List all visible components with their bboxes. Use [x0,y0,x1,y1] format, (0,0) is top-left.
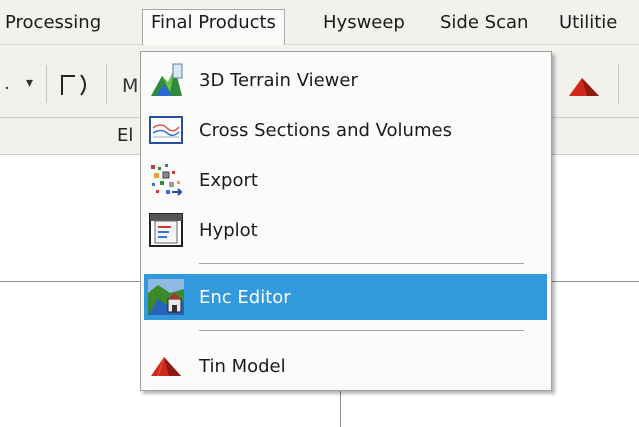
menu-item-hyplot[interactable]: Hyplot [144,207,547,253]
export-icon [147,161,185,199]
corner-tool-icon[interactable] [58,71,92,99]
enc-editor-icon [147,278,185,316]
cross-sections-icon [147,111,185,149]
menu-side-scan[interactable]: Side Scan [435,10,533,38]
tin-model-toolbar-icon[interactable] [567,76,601,98]
menu-item-label: Cross Sections and Volumes [199,119,452,141]
menu-item-label: Enc Editor [199,286,291,308]
toolbar-button-partial[interactable]: M [122,75,138,97]
menu-bar: Processing Final Products Hysweep Side S… [0,0,639,45]
hyplot-icon [147,211,185,249]
menu-item-label: 3D Terrain Viewer [199,69,358,91]
menu-item-cross-sections[interactable]: Cross Sections and Volumes [144,107,547,153]
tin-model-icon [147,347,185,385]
terrain-3d-icon [147,61,185,99]
menu-item-export[interactable]: Export [144,157,547,203]
menu-processing[interactable]: Processing [0,10,106,38]
toolbar-dot: . [4,73,10,94]
toolbar-divider [106,65,107,103]
final-products-dropdown: 3D Terrain Viewer Cross Sections and Vol… [140,51,552,391]
menu-hysweep[interactable]: Hysweep [318,10,410,38]
menu-separator [199,263,524,265]
menu-separator [199,330,524,332]
menu-utilities[interactable]: Utilitie [554,10,622,38]
menu-item-label: Hyplot [199,219,258,241]
column-header-partial: El [117,125,134,146]
menu-item-enc-editor[interactable]: Enc Editor [144,274,547,320]
toolbar-dropdown-arrow[interactable]: ▾ [26,75,33,91]
menu-item-label: Tin Model [199,355,286,377]
menu-item-tin-model[interactable]: Tin Model [144,343,547,389]
toolbar-divider [618,65,619,103]
menu-final-products[interactable]: Final Products [142,9,285,45]
menu-item-3d-terrain-viewer[interactable]: 3D Terrain Viewer [144,57,547,103]
toolbar-divider [46,65,47,103]
menu-item-label: Export [199,169,258,191]
